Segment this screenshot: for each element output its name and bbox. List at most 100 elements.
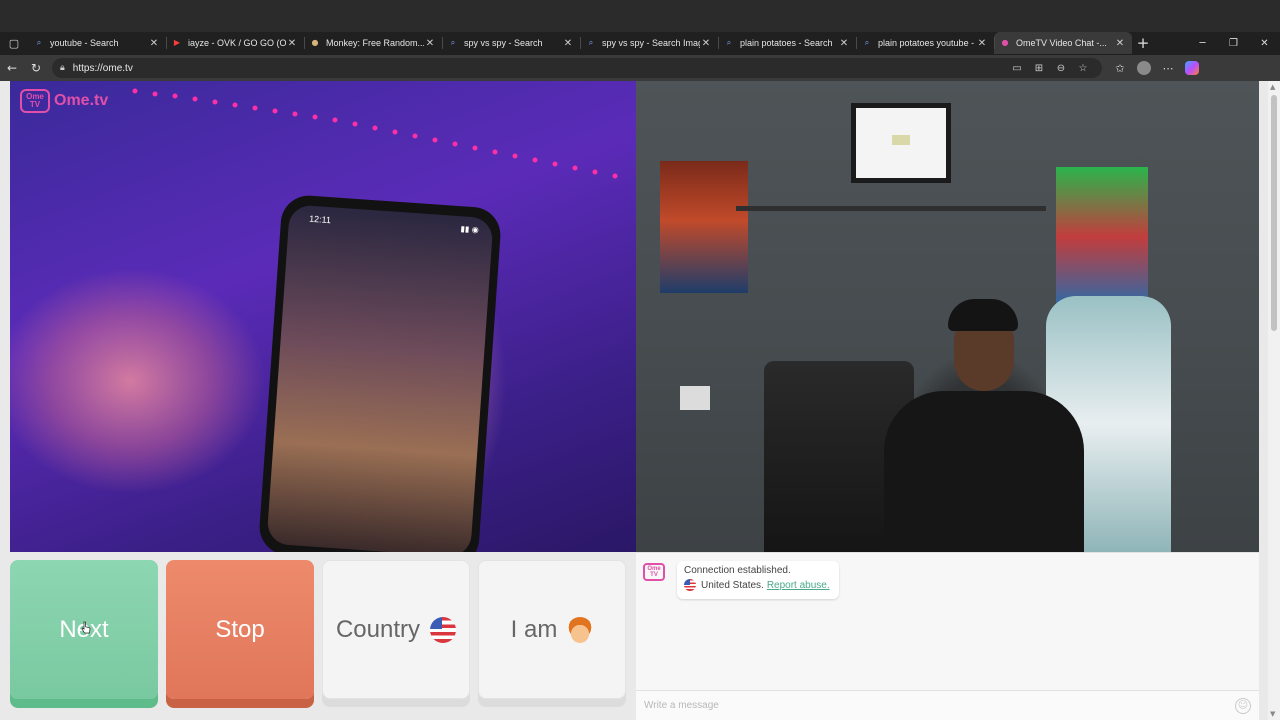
scroll-up-icon[interactable]: ▲	[1270, 83, 1275, 91]
tab-spy-vs-spy-search[interactable]: ⌕ spy vs spy - Search ✕	[442, 32, 580, 54]
framed-picture	[851, 103, 951, 183]
search-icon: ⌕	[588, 38, 594, 47]
favorite-star-icon[interactable]: ☆	[1072, 63, 1094, 74]
tab-plain-potatoes-search[interactable]: ⌕ plain potatoes - Search ✕	[718, 32, 856, 54]
scroll-down-icon[interactable]: ▼	[1270, 710, 1275, 718]
country-label: Country	[335, 615, 421, 643]
tab-iayze-video[interactable]: ▶ iayze - OVK / GO GO (OFFI... ✕	[166, 32, 304, 54]
chat-controls: Next Stop Country I am	[10, 560, 627, 708]
title-bar	[0, 0, 1280, 32]
tab-title: spy vs spy - Search Images	[602, 38, 700, 48]
ometv-wordmark: Ome.tv	[54, 92, 109, 109]
monkey-icon: ●	[311, 38, 319, 47]
ometv-badge: Ome TV	[20, 89, 50, 113]
refresh-icon[interactable]: ↻	[24, 56, 48, 80]
page-scrollbar[interactable]: ▲ ▼	[1268, 81, 1280, 720]
partner-video: 12:11 ▮▮ ◉ Ome TV Ome.tv	[10, 81, 636, 552]
tab-strip: ▢ ⌕ youtube - Search ✕ ▶ iayze - OVK / G…	[0, 32, 1280, 54]
us-flag-icon	[430, 616, 457, 643]
person-body	[884, 391, 1084, 552]
ometv-icon: ●	[1001, 38, 1009, 47]
close-icon[interactable]: ✕	[424, 38, 436, 49]
url-text: https://ome.tv	[72, 62, 133, 74]
connection-status: Connection established.	[684, 565, 791, 576]
back-icon[interactable]: ←	[0, 56, 24, 80]
close-icon[interactable]: ✕	[562, 38, 574, 49]
system-message: Connection established. United States. R…	[677, 561, 839, 599]
minimize-icon[interactable]: ─	[1187, 32, 1218, 54]
tab-title: OmeTV Video Chat -...	[1016, 38, 1107, 48]
site-info-icon[interactable]: 🔒︎	[60, 63, 65, 73]
tab-title: youtube - Search	[50, 38, 119, 48]
scroll-thumb[interactable]	[1271, 95, 1277, 331]
phone-clock: 12:11	[308, 213, 332, 226]
close-icon[interactable]: ✕	[700, 38, 712, 49]
tab-plain-potatoes-youtube[interactable]: ⌕ plain potatoes youtube - Se... ✕	[856, 32, 994, 54]
desk-lamp	[680, 386, 710, 410]
wall-shelf	[736, 206, 1046, 211]
stop-label: Stop	[215, 615, 265, 643]
new-tab-icon[interactable]: +	[1132, 32, 1154, 54]
hand-cursor-icon	[81, 621, 91, 634]
more-menu-icon[interactable]: ⋯	[1156, 56, 1180, 80]
tab-youtube-search[interactable]: ⌕ youtube - Search ✕	[28, 32, 166, 54]
phone-screen	[266, 204, 494, 552]
favorites-icon[interactable]: ✩	[1108, 56, 1132, 80]
tab-spy-vs-spy-images[interactable]: ⌕ spy vs spy - Search Images ✕	[580, 32, 718, 54]
message-placeholder: Write a message	[644, 700, 719, 711]
ometv-chat-logo: Ome TV	[643, 563, 665, 581]
partner-country: United States.	[701, 579, 764, 591]
close-icon[interactable]: ✕	[148, 38, 160, 49]
app-available-icon[interactable]: ▭	[1006, 63, 1028, 74]
close-icon[interactable]: ✕	[1114, 38, 1126, 49]
copilot-icon[interactable]	[1180, 56, 1204, 80]
next-button[interactable]: Next	[10, 560, 158, 699]
close-icon[interactable]: ✕	[838, 38, 850, 49]
close-icon[interactable]: ✕	[286, 38, 298, 49]
avatar	[1137, 61, 1151, 75]
us-flag-icon	[684, 579, 696, 591]
ometv-logo: Ome TV Ome.tv	[20, 89, 108, 113]
tab-monkey[interactable]: ● Monkey: Free Random... ✕	[304, 32, 442, 54]
tab-ometv[interactable]: ● OmeTV Video Chat -... ✕	[994, 32, 1132, 54]
search-icon: ⌕	[450, 38, 456, 47]
tracking-icon[interactable]: ⊖	[1050, 63, 1072, 74]
window-controls: ─ ❐ ✕	[1187, 32, 1280, 54]
country-button[interactable]: Country	[322, 560, 470, 699]
iam-label: I am	[510, 615, 558, 643]
wall-poster	[660, 161, 748, 293]
profile-icon[interactable]	[1132, 56, 1156, 80]
report-abuse-link[interactable]: Report abuse.	[767, 580, 830, 591]
close-window-icon[interactable]: ✕	[1249, 32, 1280, 54]
emoji-icon[interactable]: ☺	[1235, 697, 1251, 714]
youtube-icon: ▶	[173, 38, 181, 47]
stop-button[interactable]: Stop	[166, 560, 314, 699]
phone-in-video: 12:11 ▮▮ ◉	[257, 193, 503, 552]
gender-button[interactable]: I am	[478, 560, 626, 699]
chat-panel: Ome TV Connection established. United St…	[636, 552, 1259, 720]
extensions-icon[interactable]: ⊞	[1028, 63, 1050, 74]
close-icon[interactable]: ✕	[976, 38, 988, 49]
search-icon: ⌕	[36, 38, 42, 47]
restore-icon[interactable]: ❐	[1218, 32, 1249, 54]
kick-poster	[1056, 167, 1148, 307]
led-lights	[132, 88, 618, 179]
url-field[interactable]: 🔒︎ https://ome.tv ▭ ⊞ ⊖ ☆	[52, 58, 1102, 78]
page-content: 12:11 ▮▮ ◉ Ome TV Ome.tv Next	[0, 81, 1280, 720]
message-input[interactable]: Write a message ☺	[636, 690, 1259, 720]
tab-title: spy vs spy - Search	[464, 38, 543, 48]
tab-title: plain potatoes - Search	[740, 38, 833, 48]
tab-title: plain potatoes youtube - Se...	[878, 38, 976, 48]
boy-avatar-icon	[567, 616, 594, 643]
tab-title: Monkey: Free Random...	[326, 38, 424, 48]
self-video	[636, 81, 1259, 552]
tab-actions-icon[interactable]: ▢	[0, 32, 28, 54]
address-bar: ← ↻ 🔒︎ https://ome.tv ▭ ⊞ ⊖ ☆ ✩ ⋯	[0, 55, 1280, 81]
phone-status-icons: ▮▮ ◉	[460, 224, 480, 235]
copilot-logo	[1185, 61, 1199, 75]
search-icon: ⌕	[864, 38, 870, 47]
browser-window: ▢ ⌕ youtube - Search ✕ ▶ iayze - OVK / G…	[0, 0, 1280, 720]
search-icon: ⌕	[726, 38, 732, 47]
person-cap	[948, 299, 1018, 331]
tab-title: iayze - OVK / GO GO (OFFI...	[188, 38, 286, 48]
